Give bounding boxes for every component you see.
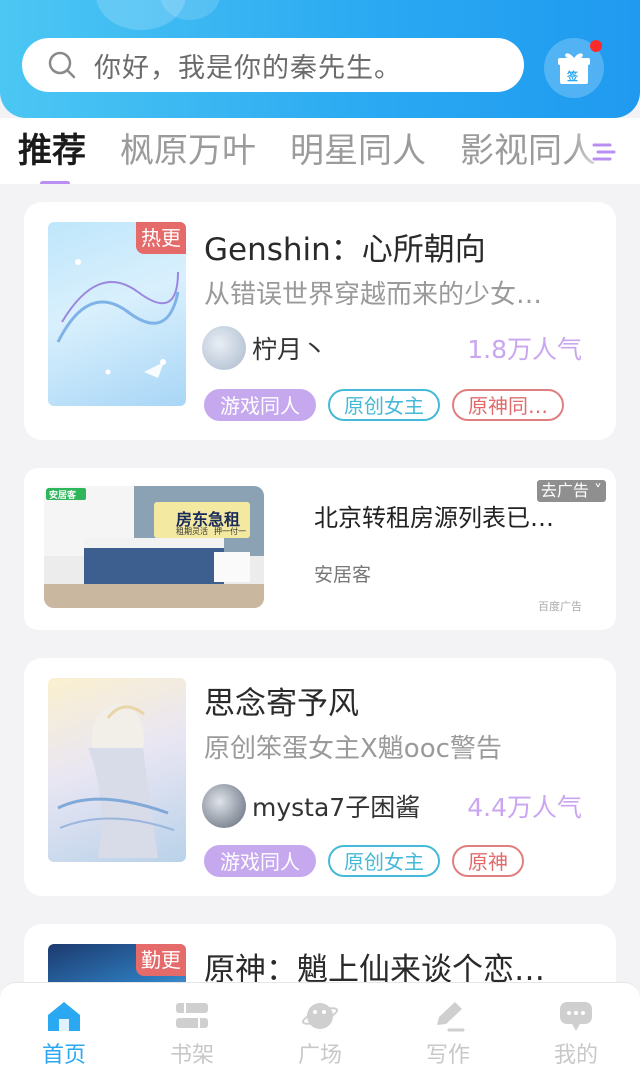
book-description: 原创笨蛋女主X魈ooc警告 [204, 734, 502, 764]
book-title: 思念寄予风 [204, 686, 359, 722]
hot-update-badge: 热更 [136, 222, 186, 254]
tag[interactable]: 原神 [452, 845, 524, 877]
nav-home[interactable]: 首页 [0, 983, 128, 1069]
author-row: mysta7子困酱 4.4万人气 [202, 784, 582, 828]
tag[interactable]: 原创女主 [328, 845, 440, 877]
bottom-nav: 首页 书架 广场 写作 我的 [0, 982, 640, 1079]
ad-image-sub1: 租期灵活 [176, 527, 208, 536]
author-row: 柠月丶 1.8万人气 [202, 326, 582, 370]
notification-dot [590, 40, 602, 52]
avatar[interactable] [202, 326, 246, 370]
ad-source: 安居客 [314, 564, 372, 586]
nav-square[interactable]: 广场 [256, 983, 384, 1069]
app-header: 你好，我是你的秦先生。 签 [0, 0, 640, 118]
nav-me[interactable]: 我的 [512, 983, 640, 1069]
nav-write[interactable]: 写作 [384, 983, 512, 1069]
pen-icon [437, 1002, 465, 1032]
search-bar[interactable]: 你好，我是你的秦先生。 [22, 38, 524, 92]
active-tab-indicator [40, 181, 70, 184]
popularity-count: 1.8万人气 [467, 335, 582, 364]
ad-footer: 百度广告 [538, 600, 582, 613]
ad-title: 北京转租房源列表已… [314, 504, 554, 532]
chevron-down-icon: ˅ [588, 481, 602, 500]
cover-art [57, 704, 175, 858]
ad-image: 安居客 房东急租 租期灵活 押一付一 [44, 486, 264, 608]
nav-bookshelf[interactable]: 书架 [128, 983, 256, 1069]
book-cover: 热更 [48, 222, 186, 406]
planet-icon [301, 1003, 339, 1029]
bookshelf-icon [176, 1003, 208, 1028]
home-icon [48, 1002, 80, 1031]
author-name[interactable]: mysta7子困酱 [252, 788, 420, 824]
book-cover [48, 678, 186, 862]
tab-kazuha[interactable]: 枫原万叶 [120, 118, 256, 184]
category-menu-icon[interactable] [590, 138, 618, 166]
category-tabs: 推荐 枫原万叶 明星同人 影视同人 [0, 118, 640, 184]
author-name[interactable]: 柠月丶 [252, 330, 327, 366]
popularity-count: 4.4万人气 [467, 793, 582, 822]
tab-celebrity[interactable]: 明星同人 [290, 118, 426, 184]
remove-ad-button[interactable]: 去广告 ˅ [536, 480, 606, 502]
daily-sign-button[interactable]: 签 [544, 38, 604, 98]
search-icon [48, 51, 76, 79]
search-placeholder: 你好，我是你的秦先生。 [94, 52, 402, 84]
tag[interactable]: 游戏同人 [204, 845, 316, 877]
tag[interactable]: 游戏同人 [204, 389, 316, 421]
ad-card[interactable]: 安居客 房东急租 租期灵活 押一付一 北京转租房源列表已… 安居客 百度广告 去… [24, 468, 616, 630]
book-title: Genshin：心所朝向 [204, 232, 486, 268]
avatar[interactable] [202, 784, 246, 828]
book-description: 从错误世界穿越而来的少女… [204, 280, 543, 310]
book-card[interactable]: 热更 Genshin：心所朝向 从错误世界穿越而来的少女… 柠月丶 1.8万人气… [24, 202, 616, 440]
ad-image-logo: 安居客 [49, 491, 77, 501]
tag[interactable]: 原创女主 [328, 389, 440, 421]
tag-list: 游戏同人 原创女主 原神 [204, 845, 524, 877]
tag[interactable]: 原神同… [452, 389, 564, 421]
book-card[interactable]: 思念寄予风 原创笨蛋女主X魈ooc警告 mysta7子困酱 4.4万人气 游戏同… [24, 658, 616, 896]
ad-room-image [44, 486, 264, 608]
frequent-update-badge: 勤更 [136, 944, 186, 976]
sign-label: 签 [567, 70, 578, 83]
ad-image-sub2: 押一付一 [214, 527, 246, 536]
chat-icon [560, 1002, 592, 1031]
tag-list: 游戏同人 原创女主 原神同… [204, 389, 564, 421]
tab-recommend[interactable]: 推荐 [18, 118, 86, 184]
